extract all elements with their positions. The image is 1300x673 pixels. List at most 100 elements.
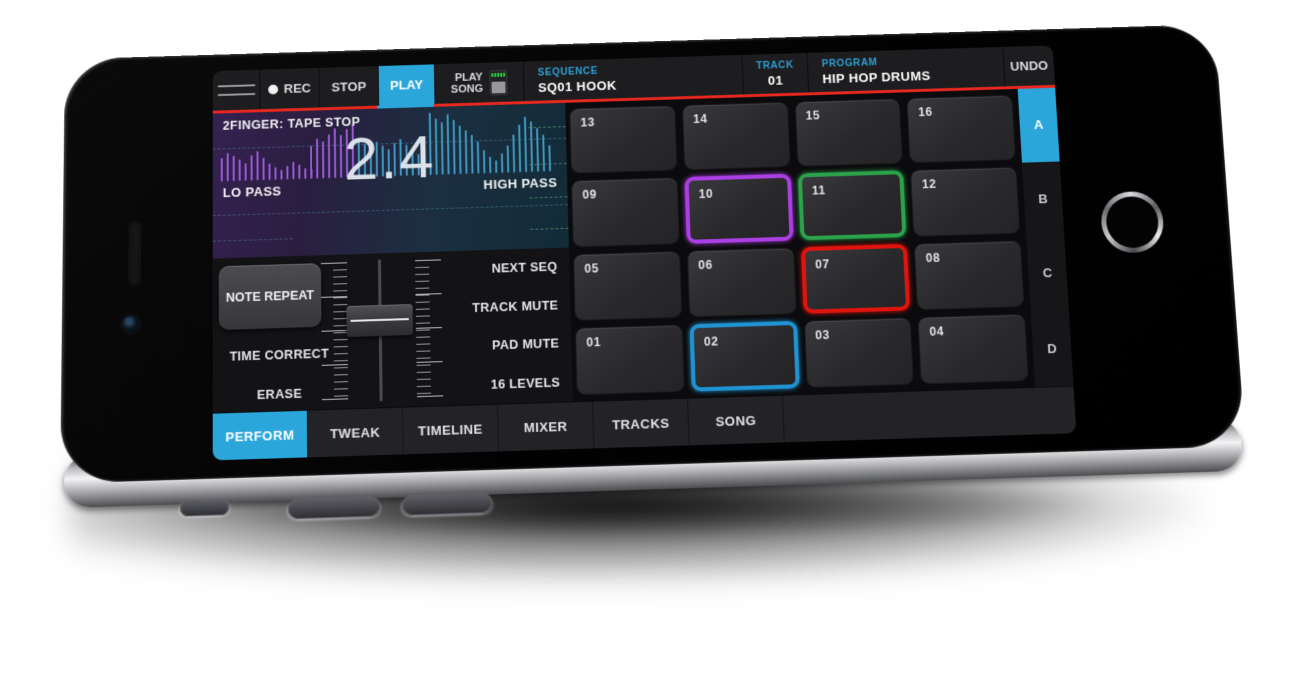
bank-d[interactable]: D — [1031, 310, 1074, 387]
waveform-bar — [477, 141, 480, 173]
waveform-bar — [518, 125, 521, 173]
pad-14[interactable]: 14 — [682, 102, 790, 171]
waveform-bar — [548, 145, 551, 171]
tab-song[interactable]: SONG — [688, 396, 785, 447]
rec-label: REC — [284, 81, 311, 96]
undo-button[interactable]: UNDO — [1003, 45, 1055, 86]
high-pass-label: HIGH PASS — [483, 175, 557, 192]
waveform-bar — [221, 158, 223, 182]
pad-number: 12 — [922, 177, 937, 191]
play-song-button[interactable]: PLAYSONG — [435, 62, 525, 104]
bank-c[interactable]: C — [1026, 235, 1069, 311]
waveform-bar — [227, 153, 229, 181]
track-mute-button[interactable]: TRACK MUTE — [472, 298, 558, 315]
waveform-bar — [310, 146, 312, 179]
main-area: 2FINGER: TAPE STOP 2.4 LO PASS HIGH PASS… — [213, 88, 1074, 413]
pad-number: 11 — [812, 184, 826, 198]
waveform-bar — [268, 163, 270, 180]
sequence-selector[interactable]: SEQUENCE SQ01 HOOK — [524, 55, 744, 101]
waveform-bar — [507, 145, 510, 172]
pad-08[interactable]: 08 — [914, 240, 1024, 310]
sixteen-levels-button[interactable]: 16 LEVELS — [491, 375, 561, 391]
track-label: TRACK — [756, 60, 794, 72]
note-repeat-button[interactable]: NOTE REPEAT — [219, 263, 322, 330]
pad-number: 01 — [586, 335, 601, 349]
pad-number: 04 — [929, 324, 944, 338]
pad-number: 03 — [815, 328, 830, 342]
phone-front: REC STOP PLAY PLAYSONG — [60, 24, 1246, 483]
pad-number: 14 — [693, 112, 708, 126]
waveform-bar — [298, 164, 300, 179]
tab-perform[interactable]: PERFORM — [213, 411, 308, 461]
tab-bar-filler — [783, 387, 1076, 444]
bank-a[interactable]: A — [1018, 88, 1060, 162]
gridline — [213, 204, 568, 216]
tab-mixer[interactable]: MIXER — [498, 402, 594, 453]
play-button[interactable]: PLAY — [379, 64, 436, 105]
menu-button[interactable] — [213, 70, 261, 111]
tab-tweak[interactable]: TWEAK — [308, 408, 404, 459]
left-column: 2FINGER: TAPE STOP 2.4 LO PASS HIGH PASS… — [213, 103, 573, 413]
pad-06[interactable]: 06 — [687, 247, 796, 317]
stop-button[interactable]: STOP — [319, 66, 379, 107]
pad-number: 02 — [704, 334, 719, 348]
waveform-bar — [495, 160, 497, 173]
pad-15[interactable]: 15 — [794, 98, 903, 167]
program-selector[interactable]: PROGRAM HIP HOP DRUMS — [807, 47, 1005, 92]
pad-number: 10 — [699, 187, 714, 201]
undo-label: UNDO — [1010, 58, 1049, 74]
pad-11[interactable]: 11 — [797, 170, 906, 239]
phone: REC STOP PLAY PLAYSONG — [60, 24, 1250, 535]
pad-07[interactable]: 07 — [800, 243, 910, 313]
waveform-bar — [334, 128, 336, 178]
pad-13[interactable]: 13 — [569, 105, 677, 174]
mute-switch[interactable] — [180, 499, 229, 517]
pad-number: 05 — [584, 261, 599, 275]
rec-button[interactable]: REC — [260, 68, 320, 109]
performance-controls: NOTE REPEAT TIME CORRECT ERASE NEXT SEQ — [213, 247, 573, 412]
home-button[interactable] — [1099, 191, 1165, 254]
pad-04[interactable]: 04 — [918, 314, 1029, 385]
volume-up-button[interactable] — [288, 496, 380, 519]
tab-timeline[interactable]: TIMELINE — [403, 405, 499, 456]
fader-ruler-right — [415, 259, 445, 398]
effect-value: 2.4 — [344, 122, 436, 194]
waveform-bar — [536, 128, 539, 172]
pad-grid: 13 14 1516 09 10 11 12 05 0607 08 01 02 03 04 — [565, 89, 1035, 401]
pad-mute-button[interactable]: PAD MUTE — [492, 337, 560, 353]
waveform-bar — [304, 168, 306, 179]
play-label: PLAY — [390, 77, 423, 92]
pad-03[interactable]: 03 — [804, 317, 915, 388]
pad-09[interactable]: 09 — [571, 177, 679, 246]
led-row — [492, 72, 506, 76]
fader-handle[interactable] — [346, 304, 413, 337]
waveform-bar — [465, 130, 468, 174]
front-camera — [122, 315, 139, 333]
pad-05[interactable]: 05 — [573, 250, 682, 320]
pad-12[interactable]: 12 — [910, 167, 1020, 236]
waveform-bar — [542, 134, 545, 171]
pad-16[interactable]: 16 — [907, 95, 1016, 164]
pad-10[interactable]: 10 — [684, 174, 793, 243]
track-value: 01 — [768, 72, 784, 87]
pad-01[interactable]: 01 — [575, 324, 685, 395]
track-selector[interactable]: TRACK 01 — [742, 53, 809, 94]
fader-cap-glyph — [492, 81, 506, 93]
waveform-bar — [239, 159, 241, 181]
pad-number: 13 — [580, 115, 595, 129]
waveform-bar — [274, 167, 276, 180]
waveform-bar — [316, 139, 318, 179]
volume-down-button[interactable] — [402, 492, 492, 515]
pad-number: 08 — [925, 250, 940, 264]
pad-02[interactable]: 02 — [689, 321, 799, 392]
waveform-bar — [453, 120, 456, 175]
menu-icon — [217, 84, 255, 87]
stage: REC STOP PLAY PLAYSONG — [0, 0, 1300, 673]
waveform-bar — [280, 170, 282, 180]
record-dot-icon — [268, 84, 278, 94]
bank-b[interactable]: B — [1022, 161, 1064, 236]
tab-tracks[interactable]: TRACKS — [593, 399, 690, 450]
gridline-dash — [530, 228, 568, 230]
effect-xy-panel[interactable]: 2FINGER: TAPE STOP 2.4 LO PASS HIGH PASS — [213, 103, 569, 259]
next-seq-button[interactable]: NEXT SEQ — [492, 260, 558, 276]
